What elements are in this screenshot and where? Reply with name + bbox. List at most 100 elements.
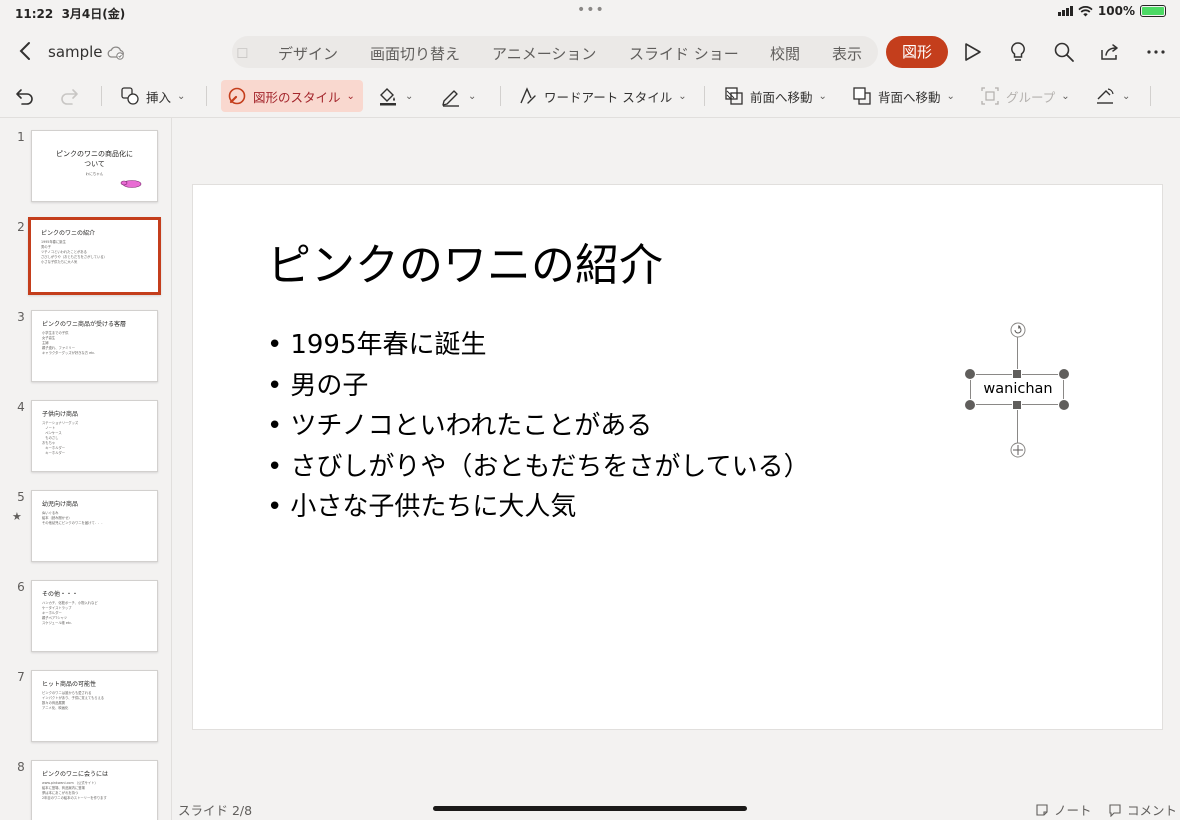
comment-icon bbox=[1109, 803, 1121, 817]
chevron-down-icon: ⌄ bbox=[177, 90, 186, 102]
rotate-handle-icon[interactable] bbox=[1010, 322, 1026, 338]
slide-thumbnail-row[interactable]: 6 その他・・・ ハンカチ、化粧ポーチ、小物入れなど ケータイストラップ キーホルダー親… bbox=[0, 580, 171, 660]
home-indicator[interactable] bbox=[433, 806, 747, 811]
slide-bullet: さびしがりや（おともだちをさがしている） bbox=[267, 447, 809, 488]
slide-number: 5 bbox=[17, 490, 25, 504]
send-backward-button[interactable]: 背面へ移動 ⌄ bbox=[852, 80, 955, 112]
chevron-down-icon: ⌄ bbox=[678, 90, 687, 102]
comments-label: コメント bbox=[1127, 803, 1178, 818]
more-icon[interactable] bbox=[1144, 40, 1168, 64]
slide-thumbnail-row[interactable]: 3 ピンクのワニ商品が受ける客層 小学生までの子供 女子高生 主婦 親子連れ、ファミリーキ… bbox=[0, 310, 171, 390]
slide-thumbnail-row[interactable]: 5 幼児向け商品 ぬいぐるみ 絵本（読み聞かせ） その他幼児にピンクのワニを届けて．．．… bbox=[0, 490, 171, 570]
slide-thumbnail-row[interactable]: 2 ピンクのワニの紹介 1995年春に誕生 男の子 ツチノコといわれたことがある さびしが… bbox=[0, 217, 171, 300]
resize-handle[interactable] bbox=[1012, 400, 1022, 410]
move-handle-icon[interactable] bbox=[1010, 442, 1026, 458]
ribbon-divider bbox=[704, 86, 705, 106]
insert-shape-button[interactable]: 挿入 ⌄ bbox=[120, 80, 185, 112]
tab-design[interactable]: デザイン bbox=[278, 43, 338, 64]
slide-title[interactable]: ピンクのワニの紹介 bbox=[267, 229, 663, 293]
slide-number: 6 bbox=[17, 580, 25, 594]
shape-style-icon bbox=[228, 87, 246, 105]
animation-star-icon: ★ bbox=[12, 510, 22, 523]
slide-thumbnail-pane[interactable]: 1 ピンクのワニの商品化に ついて わにちゃん 2 ピンクのワニの紹介 1995年春に誕生… bbox=[0, 118, 172, 820]
move-connector bbox=[1017, 405, 1018, 445]
tab-slideshow[interactable]: スライド ショー bbox=[629, 43, 739, 64]
tab-shape[interactable]: 図形 bbox=[886, 36, 948, 68]
group-button[interactable]: グループ ⌄ bbox=[980, 80, 1070, 112]
thumbnail-title: ピンクのワニの紹介 bbox=[41, 230, 96, 237]
tab-review[interactable]: 校閲 bbox=[770, 43, 800, 64]
tab-animations[interactable]: アニメーション bbox=[492, 43, 596, 64]
thumbnail-title: その他・・・ bbox=[42, 591, 79, 598]
resize-handle[interactable] bbox=[964, 399, 976, 411]
play-icon[interactable] bbox=[960, 40, 984, 64]
chevron-down-icon: ⌄ bbox=[946, 90, 955, 102]
bring-forward-icon bbox=[725, 87, 743, 105]
undo-button[interactable] bbox=[14, 80, 36, 112]
back-chevron-icon[interactable] bbox=[16, 40, 36, 62]
slide-thumbnail-row[interactable]: 7 ヒット商品の可能性 ピンクのワニは誰からも愛される インパクトがあり、子供に覚えて… bbox=[0, 670, 171, 750]
wordart-style-button[interactable]: ワードアート スタイル ⌄ bbox=[518, 80, 687, 112]
slide-thumbnail[interactable]: 子供向け商品 ステーショナリーグッズ ノート ペンケース ものさし おもちゃ キーホ… bbox=[31, 400, 158, 472]
group-label: グループ bbox=[1006, 89, 1056, 105]
group-icon bbox=[981, 87, 999, 105]
send-backward-label: 背面へ移動 bbox=[878, 89, 941, 105]
thumbnail-title: ピンクのワニの商品化に ついて bbox=[56, 150, 133, 168]
notes-label: ノート bbox=[1054, 803, 1092, 818]
resize-handle[interactable] bbox=[964, 368, 976, 380]
chevron-down-icon: ⌄ bbox=[468, 90, 477, 102]
redo-button[interactable] bbox=[58, 80, 80, 112]
shape-fill-button[interactable]: ⌄ bbox=[377, 80, 413, 112]
tab-overflow[interactable]: ◻ bbox=[236, 43, 248, 61]
rotate-icon bbox=[1097, 88, 1114, 104]
resize-handle[interactable] bbox=[1058, 368, 1070, 380]
shape-outline-button[interactable]: ⌄ bbox=[440, 80, 476, 112]
undo-icon bbox=[16, 89, 33, 105]
insert-label: 挿入 bbox=[146, 89, 172, 105]
rotate-button[interactable]: ⌄ bbox=[1094, 80, 1130, 112]
slide-thumbnail-row[interactable]: 1 ピンクのワニの商品化に ついて わにちゃん bbox=[0, 130, 171, 210]
ribbon-divider bbox=[1150, 86, 1151, 106]
tab-view[interactable]: 表示 bbox=[832, 43, 862, 64]
ribbon-divider bbox=[101, 86, 102, 106]
shape-style-button[interactable]: 図形のスタイル ⌄ bbox=[221, 80, 363, 112]
slide-bullet-list[interactable]: 1995年春に誕生 男の子 ツチノコといわれたことがある さびしがりや（おともだ… bbox=[267, 325, 810, 528]
multitasking-dots[interactable]: ••• bbox=[577, 2, 605, 18]
comments-button[interactable]: コメント bbox=[1108, 800, 1177, 819]
slide-thumbnail[interactable]: ピンクのワニの商品化に ついて わにちゃん bbox=[31, 130, 158, 202]
wordart-label: ワードアート スタイル bbox=[544, 89, 673, 105]
slide-thumbnail[interactable]: ピンクのワニの紹介 1995年春に誕生 男の子 ツチノコといわれたことがある さびしがり… bbox=[28, 217, 161, 295]
slide-thumbnail[interactable]: その他・・・ ハンカチ、化粧ポーチ、小物入れなど ケータイストラップ キーホルダー 親子… bbox=[31, 580, 158, 652]
cloud-sync-icon[interactable] bbox=[106, 42, 126, 62]
bring-forward-button[interactable]: 前面へ移動 ⌄ bbox=[724, 80, 827, 112]
pink-crocodile-image bbox=[120, 180, 142, 188]
thumbnail-bullet: アニメ化、映画化 bbox=[42, 706, 69, 710]
slide-bullet: ツチノコといわれたことがある bbox=[267, 406, 810, 447]
slide-thumbnail[interactable]: 幼児向け商品 ぬいぐるみ 絵本（読み聞かせ） その他幼児にピンクのワニを届けて．．． bbox=[31, 490, 158, 562]
resize-handle[interactable] bbox=[1012, 369, 1022, 379]
chevron-down-icon: ⌄ bbox=[1122, 90, 1131, 102]
chevron-down-icon: ⌄ bbox=[405, 90, 414, 102]
slide-thumbnail-row[interactable]: 4 子供向け商品 ステーショナリーグッズ ノート ペンケース ものさし おもちゃ キー… bbox=[0, 400, 171, 480]
document-title[interactable]: sample bbox=[48, 43, 103, 61]
thumbnail-title: ピンクのワニ商品が受ける客層 bbox=[42, 321, 127, 328]
slide-thumbnail[interactable]: ヒット商品の可能性 ピンクのワニは誰からも愛される インパクトがあり、子供に覚えても… bbox=[31, 670, 158, 742]
thumbnail-bullet: スケジュール帳 etc. bbox=[42, 621, 73, 625]
lightbulb-icon[interactable] bbox=[1006, 40, 1030, 64]
ribbon-divider bbox=[500, 86, 501, 106]
tab-transitions[interactable]: 画面切り替え bbox=[370, 43, 460, 64]
search-icon[interactable] bbox=[1052, 40, 1076, 64]
wifi-icon bbox=[1078, 5, 1093, 16]
shape-text: wanichan bbox=[983, 381, 1053, 397]
resize-handle[interactable] bbox=[1058, 399, 1070, 411]
bring-forward-label: 前面へ移動 bbox=[750, 89, 813, 105]
status-indicators: 100% bbox=[1057, 4, 1166, 18]
slide-number: 8 bbox=[17, 760, 25, 774]
slide-thumbnail-row[interactable]: 8 ピンクのワニに会うには www.pinkwani.com （公式サイト） 絵本に登… bbox=[0, 760, 171, 820]
notes-button[interactable]: ノート bbox=[1035, 800, 1092, 819]
slide-thumbnail[interactable]: ピンクのワニ商品が受ける客層 小学生までの子供 女子高生 主婦 親子連れ、ファミリー キャ… bbox=[31, 310, 158, 382]
slide-thumbnail[interactable]: ピンクのワニに会うには www.pinkwani.com （公式サイト） 絵本に登場… bbox=[31, 760, 158, 820]
share-icon[interactable] bbox=[1098, 40, 1122, 64]
app-titlebar: sample ◻ デザイン 画面切り替え アニメーション スライド ショー 校閲… bbox=[0, 28, 1180, 76]
wordart-icon bbox=[520, 87, 536, 104]
